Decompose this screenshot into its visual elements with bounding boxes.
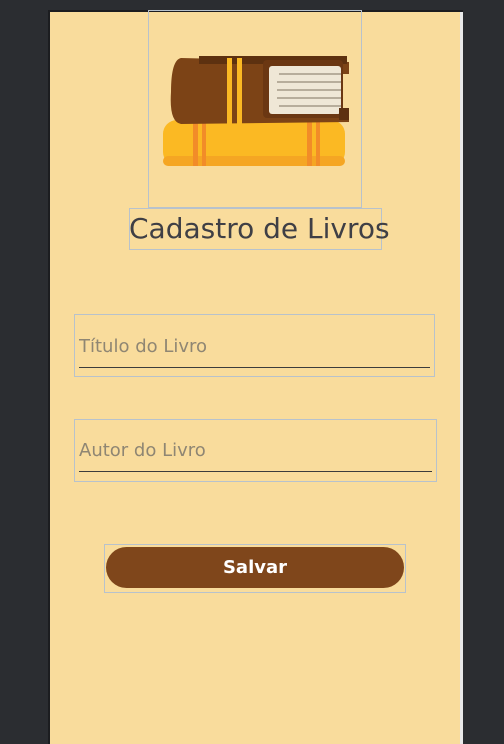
stacked-books-icon <box>163 56 349 166</box>
device-frame-edge <box>460 12 463 744</box>
book-author-input[interactable] <box>79 436 432 472</box>
save-button[interactable]: Salvar <box>106 547 404 588</box>
book-title-input[interactable] <box>79 331 430 368</box>
page-title: Cadastro de Livros <box>129 212 390 245</box>
